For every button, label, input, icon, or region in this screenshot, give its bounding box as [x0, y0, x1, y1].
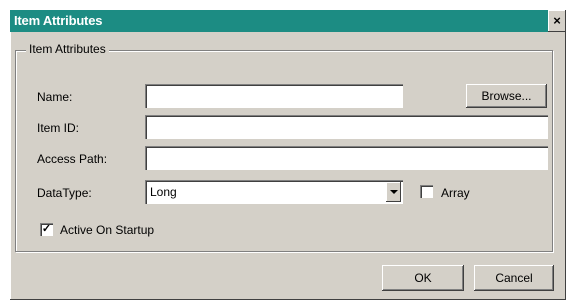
- chevron-down-icon[interactable]: [386, 182, 401, 202]
- datatype-select[interactable]: Long: [145, 180, 403, 204]
- group-label: Item Attributes: [26, 42, 109, 56]
- access-path-label: Access Path:: [37, 152, 108, 166]
- item-id-label: Item ID:: [37, 121, 80, 135]
- title-bar[interactable]: Item Attributes ×: [10, 10, 566, 32]
- active-on-startup-label: Active On Startup: [60, 223, 155, 237]
- close-button[interactable]: ×: [548, 10, 566, 32]
- browse-button[interactable]: Browse...: [466, 84, 547, 108]
- name-label: Name:: [37, 90, 73, 104]
- cancel-button[interactable]: Cancel: [474, 265, 554, 291]
- array-label: Array: [441, 186, 470, 200]
- datatype-value: Long: [150, 185, 177, 199]
- active-on-startup-checkbox[interactable]: ✓: [40, 223, 53, 236]
- access-path-field[interactable]: [145, 146, 548, 170]
- datatype-label: DataType:: [37, 186, 92, 200]
- array-checkbox[interactable]: [420, 185, 433, 198]
- dialog-title: Item Attributes: [14, 13, 103, 28]
- name-field[interactable]: [145, 84, 403, 108]
- item-id-field[interactable]: [145, 115, 548, 139]
- checkmark-icon: ✓: [41, 223, 52, 235]
- close-icon: ×: [553, 13, 561, 28]
- ok-button[interactable]: OK: [382, 265, 464, 291]
